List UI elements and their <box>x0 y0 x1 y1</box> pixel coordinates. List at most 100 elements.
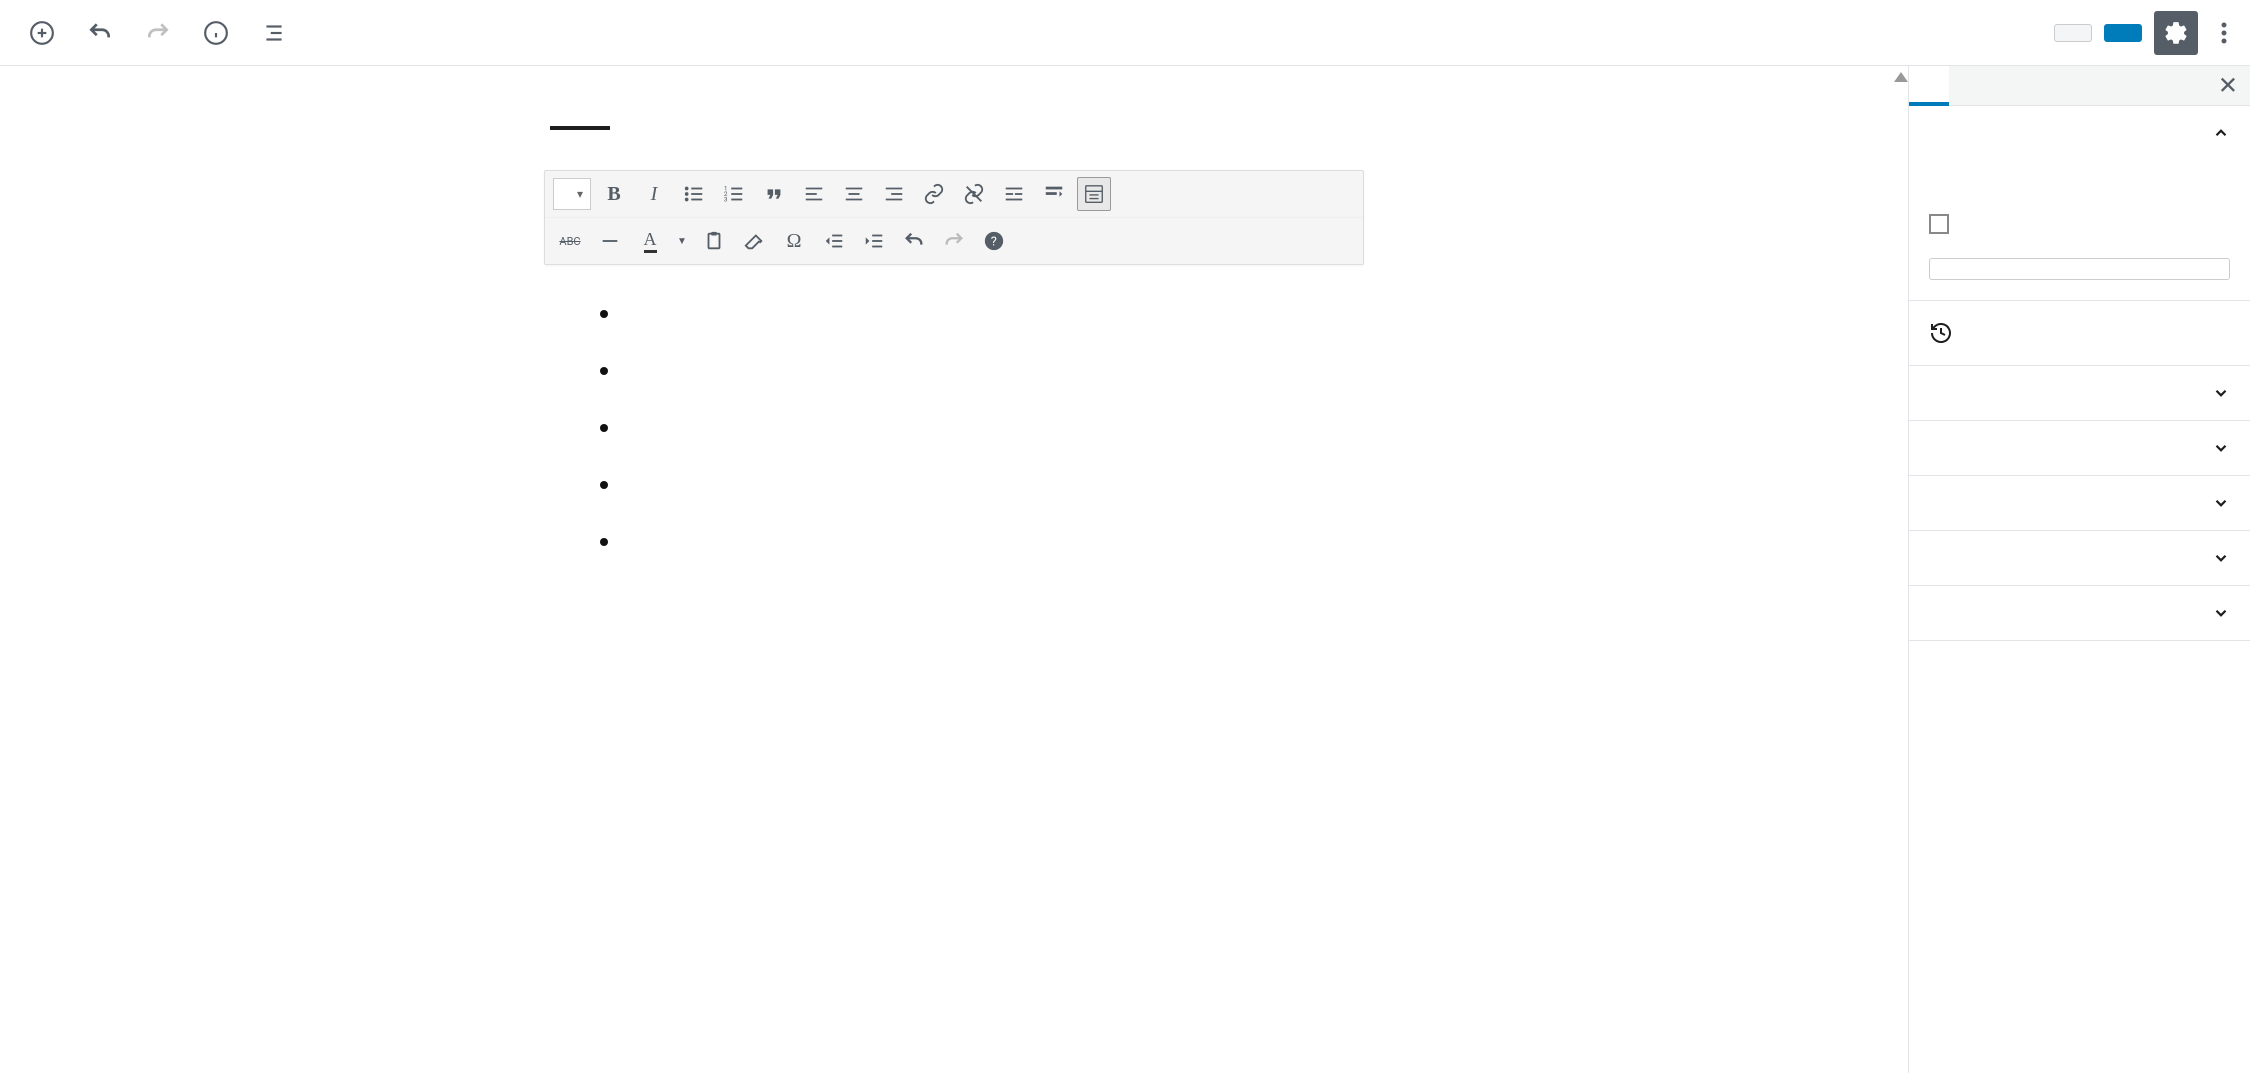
format-select-wrap <box>553 178 591 210</box>
chevron-down-icon <box>2212 384 2230 402</box>
text-color-button[interactable]: A <box>633 224 667 258</box>
redo-icon <box>145 20 171 46</box>
ol-icon: 123 <box>723 183 745 205</box>
toolbar-row-1: B I 123 <box>545 171 1363 217</box>
italic-button[interactable]: I <box>637 177 671 211</box>
align-right-button[interactable] <box>877 177 911 211</box>
post-body[interactable] <box>544 293 1364 560</box>
move-to-trash-button[interactable] <box>1929 258 2230 280</box>
settings-sidebar: ✕ <box>1908 66 2250 1073</box>
panel-head-permalink[interactable] <box>1909 366 2250 420</box>
update-button[interactable] <box>2104 24 2142 42</box>
tab-block[interactable] <box>1949 68 1989 104</box>
chevron-down-icon <box>2212 549 2230 567</box>
stick-checkbox-row[interactable] <box>1929 200 2230 248</box>
preview-button[interactable] <box>2054 24 2092 42</box>
align-center-button[interactable] <box>837 177 871 211</box>
kebab-icon <box>2221 21 2227 45</box>
strikethrough-button[interactable]: ABC <box>553 224 587 258</box>
svg-text:3: 3 <box>724 195 728 203</box>
info-button[interactable] <box>198 15 234 51</box>
info-icon <box>203 20 229 46</box>
history-icon <box>1929 321 1953 345</box>
hr-button[interactable] <box>593 224 627 258</box>
panel-head-featured-image[interactable] <box>1909 531 2250 585</box>
bulleted-list-button[interactable] <box>677 177 711 211</box>
publish-row <box>1929 180 2230 200</box>
sidebar-scrollbar[interactable] <box>1908 66 1909 646</box>
editor-column: B I 123 ABC A <box>0 66 1908 1073</box>
blockquote-button[interactable] <box>757 177 791 211</box>
close-sidebar-button[interactable]: ✕ <box>2218 71 2238 100</box>
panel-head-categories[interactable] <box>1909 421 2250 475</box>
link-button[interactable] <box>917 177 951 211</box>
redo-icon <box>943 230 965 252</box>
redo-editor-button[interactable] <box>937 224 971 258</box>
align-center-icon <box>843 183 865 205</box>
svg-text:T: T <box>711 238 716 248</box>
panel-head-tags[interactable] <box>1909 476 2250 530</box>
classic-editor-toolbar: B I 123 ABC A <box>544 170 1364 265</box>
undo-button[interactable] <box>82 15 118 51</box>
field-list <box>544 293 1364 560</box>
toggle-icon <box>1083 183 1105 205</box>
undo-editor-button[interactable] <box>897 224 931 258</box>
italic-icon: I <box>651 183 658 206</box>
toolbar-row-2: ABC A ▼ T Ω ? <box>545 217 1363 264</box>
unlink-button[interactable] <box>957 177 991 211</box>
special-char-button[interactable]: Ω <box>777 224 811 258</box>
panel-featured-image <box>1909 531 2250 586</box>
toolbar-left <box>12 15 292 51</box>
bold-icon: B <box>607 183 620 206</box>
chevron-down-icon <box>2212 439 2230 457</box>
panel-permalink <box>1909 366 2250 421</box>
text-color-dropdown[interactable]: ▼ <box>673 224 691 258</box>
paste-text-button[interactable]: T <box>697 224 731 258</box>
editor-content: B I 123 ABC A <box>524 66 1384 648</box>
readmore-icon <box>1003 183 1025 205</box>
settings-button[interactable] <box>2154 11 2198 55</box>
align-left-icon <box>803 183 825 205</box>
panel-tags <box>1909 476 2250 531</box>
align-left-button[interactable] <box>797 177 831 211</box>
panel-status-visibility <box>1909 106 2250 301</box>
list-item <box>622 407 1364 446</box>
unlink-icon <box>963 183 985 205</box>
clear-formatting-button[interactable] <box>737 224 771 258</box>
indent-button[interactable] <box>857 224 891 258</box>
outline-icon <box>261 20 287 46</box>
panel-head-status[interactable] <box>1909 106 2250 160</box>
more-options-button[interactable] <box>2210 11 2238 55</box>
revisions-link[interactable] <box>1909 301 2250 366</box>
list-item <box>622 521 1364 560</box>
list-item <box>622 293 1364 332</box>
paragraph-format-select[interactable] <box>553 178 591 210</box>
panel-body-status <box>1909 160 2250 300</box>
scroll-up-indicator <box>1894 70 1908 84</box>
gear-icon <box>2163 20 2189 46</box>
eraser-icon <box>743 230 765 252</box>
outdent-button[interactable] <box>817 224 851 258</box>
toolbar-toggle-button[interactable] <box>1077 177 1111 211</box>
panel-head-excerpt[interactable] <box>1909 586 2250 640</box>
block-navigation-button[interactable] <box>256 15 292 51</box>
list-item <box>622 464 1364 503</box>
help-button[interactable]: ? <box>977 224 1011 258</box>
numbered-list-button[interactable]: 123 <box>717 177 751 211</box>
chevron-down-icon <box>2212 604 2230 622</box>
tab-document[interactable] <box>1909 66 1949 106</box>
read-more-button[interactable] <box>997 177 1031 211</box>
add-block-button[interactable] <box>24 15 60 51</box>
align-right-icon <box>883 183 905 205</box>
stick-checkbox[interactable] <box>1929 214 1949 234</box>
strike-icon: ABC <box>559 235 580 248</box>
undo-icon <box>903 230 925 252</box>
list-item <box>622 350 1364 389</box>
bold-button[interactable]: B <box>597 177 631 211</box>
ul-icon <box>683 183 705 205</box>
panel-categories <box>1909 421 2250 476</box>
wp-adv-button[interactable] <box>1037 177 1071 211</box>
redo-button[interactable] <box>140 15 176 51</box>
title-rule <box>550 126 610 130</box>
chevron-down-icon <box>2212 494 2230 512</box>
